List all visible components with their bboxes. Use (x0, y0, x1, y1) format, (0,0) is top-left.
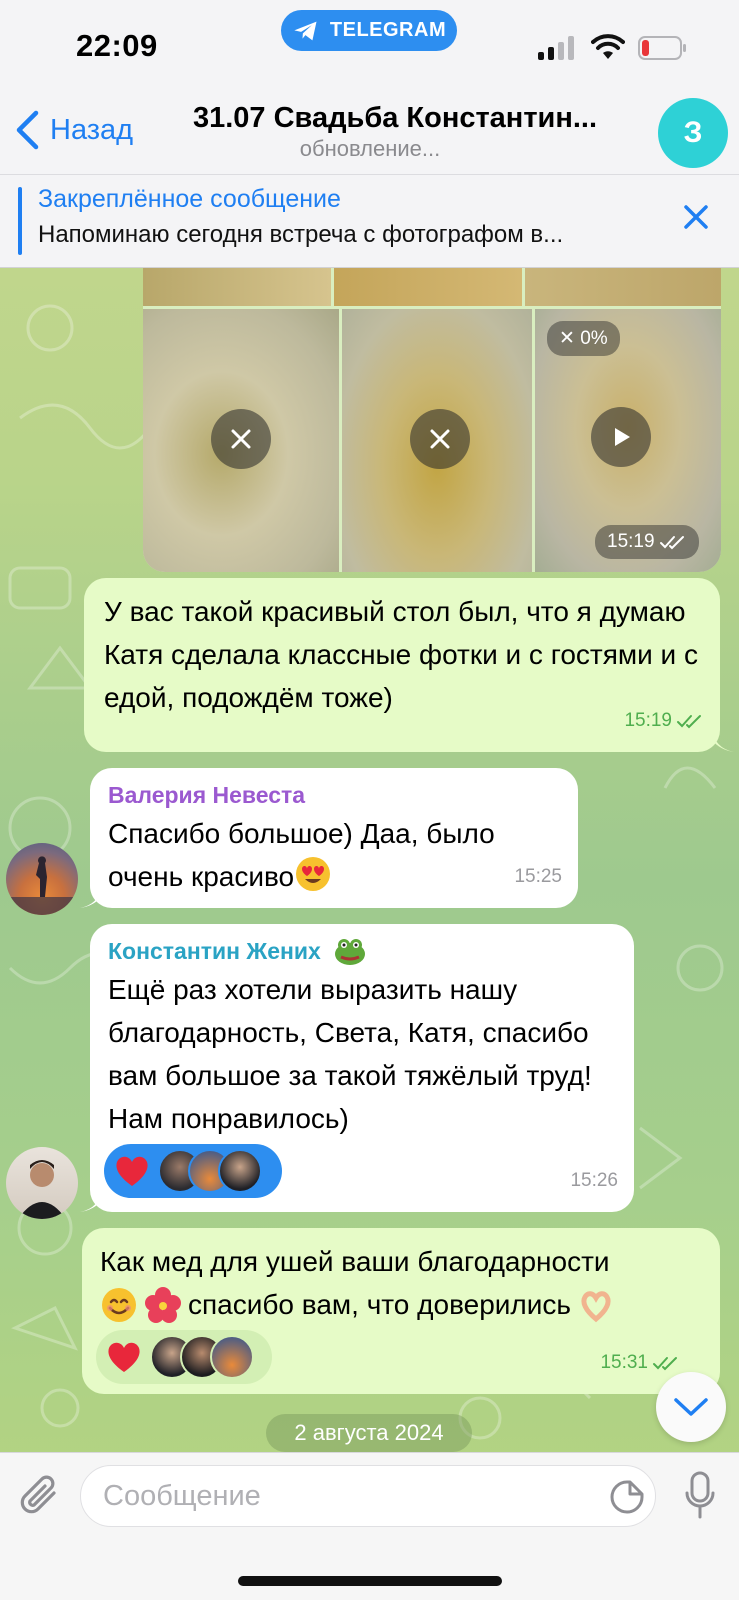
message-meta: 15:25 (514, 855, 562, 898)
outgoing-message[interactable]: Как мед для ушей ваши благодарности спас… (82, 1228, 720, 1394)
photo-thumbnail[interactable] (525, 268, 721, 306)
message-field[interactable] (80, 1465, 656, 1527)
download-progress[interactable]: ✕ 0% (547, 321, 620, 356)
message-text: Ещё раз хотели выразить нашу благодарнос… (108, 974, 592, 1134)
status-time: 22:09 (76, 28, 158, 63)
pinned-indicator (18, 187, 22, 255)
message-text-line1: Как мед для ушей ваши благодарности (100, 1246, 610, 1277)
frog-emoji (334, 939, 365, 965)
pinned-message-bar[interactable]: Закреплённое сообщение Напоминаю сегодня… (0, 174, 739, 268)
heart-icon (108, 1342, 140, 1372)
incoming-message[interactable]: Валерия Невеста Спасибо большое) Даа, бы… (90, 768, 578, 908)
photo-thumbnail[interactable] (143, 309, 339, 572)
message-input[interactable] (103, 1466, 573, 1526)
message-body: Спасибо большое) Даа, было очень красиво (108, 812, 548, 898)
telegram-return-pill[interactable]: TELEGRAM (281, 10, 457, 51)
close-icon[interactable] (680, 201, 712, 233)
cancel-download-button[interactable] (410, 409, 470, 469)
scroll-to-bottom-button[interactable] (656, 1372, 726, 1442)
reaction-chip[interactable] (96, 1330, 272, 1384)
back-button[interactable]: Назад (14, 110, 133, 150)
avatar (210, 1335, 254, 1379)
signal-icon (538, 36, 574, 60)
photo-thumbnail[interactable] (334, 268, 522, 306)
message-time: 15:25 (514, 866, 562, 887)
bubble-tail (712, 728, 734, 752)
pinned-title: Закреплённое сообщение (38, 185, 341, 213)
sticker-icon[interactable] (609, 1479, 645, 1515)
reaction-chip[interactable] (104, 1144, 282, 1198)
cancel-download-button[interactable] (211, 409, 271, 469)
media-time: 15:19 (595, 525, 699, 559)
avatar-silhouette (18, 1160, 66, 1219)
status-bar: 22:09 TELEGRAM (0, 0, 739, 90)
avatar (218, 1149, 262, 1193)
double-check-icon (659, 536, 684, 550)
back-chevron-icon (16, 110, 39, 150)
message-body-line2: спасибо вам, что доверились (100, 1283, 704, 1326)
outgoing-message[interactable]: У вас такой красивый стол был, что я дум… (84, 578, 720, 752)
chevron-down-icon (674, 1398, 708, 1416)
avatar-silhouette (6, 856, 78, 915)
video-thumbnail[interactable]: ✕ 0% 15:19 (535, 309, 721, 572)
chat-status: обновление... (299, 136, 441, 161)
incoming-message[interactable]: Константин Жених Ещё раз хотели выразить… (90, 924, 634, 1212)
back-label: Назад (50, 113, 134, 146)
heart-eyes-emoji (296, 857, 331, 891)
app-pill-label: TELEGRAM (329, 19, 447, 41)
avatar[interactable] (6, 843, 78, 915)
avatar[interactable] (6, 1147, 78, 1219)
pinned-text: Напоминаю сегодня встреча с фотографом в… (38, 221, 564, 248)
group-avatar[interactable]: З (658, 98, 728, 168)
message-meta: 15:26 (570, 1159, 618, 1202)
home-indicator (238, 1576, 502, 1586)
microphone-icon[interactable] (684, 1471, 716, 1521)
chat-title[interactable]: 31.07 Свадьба Константин... (160, 102, 630, 135)
play-button[interactable] (591, 407, 651, 467)
date-separator: 2 августа 2024 (266, 1414, 472, 1452)
message-time: 15:26 (570, 1170, 618, 1191)
photo-thumbnail[interactable] (342, 309, 532, 572)
sender-name-text: Константин Жених (108, 938, 321, 964)
media-time-text: 15:19 (607, 531, 655, 552)
paperclip-icon[interactable] (20, 1473, 62, 1519)
close-icon (430, 429, 450, 449)
media-album: ✕ 0% 15:19 (143, 268, 721, 572)
message-time: 15:19 (624, 710, 672, 731)
message-text-line2: спасибо вам, что доверились (188, 1289, 571, 1320)
sender-name[interactable]: Константин Жених (108, 936, 616, 966)
telegram-icon (294, 21, 317, 40)
smile-emoji (102, 1287, 136, 1322)
heart-icon (116, 1156, 148, 1186)
play-icon (615, 428, 630, 446)
reaction-avatars (150, 1335, 254, 1379)
battery-icon (638, 36, 686, 60)
message-time: 15:31 (600, 1352, 648, 1373)
message-meta: 15:31 (600, 1341, 680, 1384)
double-check-icon (677, 714, 701, 728)
photo-thumbnail[interactable] (143, 268, 331, 306)
hibiscus-emoji (145, 1286, 181, 1323)
chat-header: Назад 31.07 Свадьба Константин... обновл… (0, 90, 739, 174)
sender-name[interactable]: Валерия Невеста (108, 780, 560, 810)
message-meta: 15:19 (624, 699, 704, 742)
heart-hands-emoji (581, 1290, 611, 1322)
message-text: У вас такой красивый стол был, что я дум… (104, 596, 698, 713)
wifi-icon (591, 34, 625, 59)
reaction-avatars (158, 1149, 262, 1193)
double-check-icon (653, 1356, 677, 1370)
close-icon (231, 429, 251, 449)
